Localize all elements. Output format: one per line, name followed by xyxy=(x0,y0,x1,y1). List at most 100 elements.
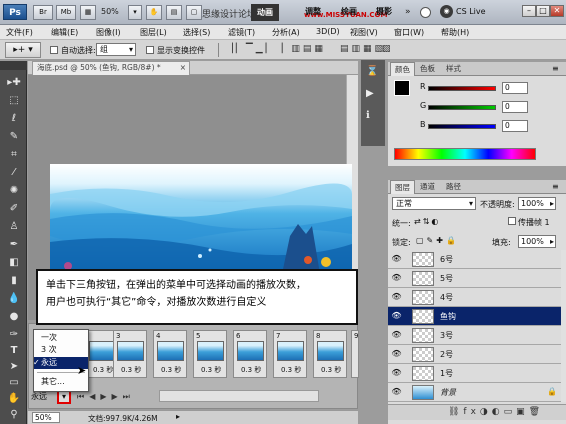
fill-field[interactable]: 100% ▸ xyxy=(518,235,556,248)
status-zoom[interactable]: 50% xyxy=(32,412,60,423)
menu-image[interactable]: 图像(I) xyxy=(96,27,121,38)
animation-frame-3[interactable]: 3 0.3 秒 xyxy=(113,330,147,378)
mini-bridge-button[interactable]: Mb xyxy=(56,5,76,20)
zoom-dropdown-icon[interactable]: ▾ xyxy=(128,5,142,20)
history-brush-tool-icon[interactable]: ✒ xyxy=(6,238,22,252)
loop-option-other[interactable]: 其它... xyxy=(34,376,88,388)
workspace-photography-tab[interactable]: 摄影 xyxy=(376,6,392,17)
search-icon[interactable] xyxy=(420,7,431,18)
move-tool-icon[interactable]: ▸✚ xyxy=(6,76,22,90)
menu-select[interactable]: 选择(S) xyxy=(183,27,210,38)
menu-view[interactable]: 视图(V) xyxy=(350,27,378,38)
unify-buttons[interactable]: ⇄⇅◐ xyxy=(414,217,440,226)
eraser-tool-icon[interactable]: ◧ xyxy=(6,256,22,270)
workspace-painting-tab[interactable]: 绘画 xyxy=(341,6,357,17)
layer-4[interactable]: 👁 4号 xyxy=(388,288,561,307)
menu-analysis[interactable]: 分析(A) xyxy=(272,27,300,38)
propagate-frame-checkbox[interactable] xyxy=(508,217,516,225)
cs-live-label[interactable]: CS Live xyxy=(456,7,486,16)
layer-6[interactable]: 👁 6号 xyxy=(388,250,561,269)
eye-icon[interactable]: 👁 xyxy=(391,292,402,302)
document-tab[interactable]: 海底.psd @ 50% (鱼钩, RGB/8#) * × xyxy=(32,61,190,75)
layer-actions[interactable]: ⛓fx◑◐▭▣🗑 xyxy=(448,407,544,417)
layer-1[interactable]: 👁 1号 xyxy=(388,364,561,383)
animation-frame-7[interactable]: 7 0.3 秒 xyxy=(273,330,307,378)
close-tab-icon[interactable]: × xyxy=(180,62,186,74)
layer-2[interactable]: 👁 2号 xyxy=(388,345,561,364)
hand-tool-icon[interactable]: ✋ xyxy=(6,392,22,406)
eye-icon[interactable]: 👁 xyxy=(391,387,402,397)
distribute-buttons[interactable]: ▤▥▦▧ xyxy=(340,44,386,54)
panel-menu-icon[interactable]: ≡ xyxy=(552,64,559,73)
eye-icon[interactable]: 👁 xyxy=(391,273,402,283)
playback-controls[interactable]: ⏮◀▶▶⏭ xyxy=(77,392,135,402)
blur-tool-icon[interactable]: 💧 xyxy=(6,292,22,306)
animation-frame-8[interactable]: 8 0.3 秒 xyxy=(313,330,347,378)
path-selection-tool-icon[interactable]: ➤ xyxy=(6,360,22,374)
auto-align-button[interactable]: ▨ xyxy=(382,44,394,54)
marquee-tool-icon[interactable]: ⬚ xyxy=(6,94,22,108)
menu-help[interactable]: 帮助(H) xyxy=(441,27,469,38)
workspace-animation-tab[interactable]: 动画 xyxy=(251,4,279,21)
tab-channels[interactable]: 通道 xyxy=(416,180,439,194)
green-value[interactable]: 0 xyxy=(502,101,528,113)
tab-styles[interactable]: 样式 xyxy=(442,62,465,76)
red-slider[interactable] xyxy=(428,86,496,91)
frame-duration[interactable]: 0.3 秒 xyxy=(241,365,261,375)
animation-frame-5[interactable]: 5 0.3 秒 xyxy=(193,330,227,378)
eye-icon[interactable]: 👁 xyxy=(391,311,402,321)
layer-background[interactable]: 👁 背景 🔒 xyxy=(388,383,561,402)
tab-color[interactable]: 颜色 xyxy=(390,62,415,76)
loop-option-3-times[interactable]: 3 次 xyxy=(34,344,88,356)
quick-selection-tool-icon[interactable]: ✎ xyxy=(6,130,22,144)
layer-fishhook[interactable]: 👁 鱼钩 xyxy=(388,307,561,326)
frame-duration[interactable]: 0.3 秒 xyxy=(161,365,181,375)
eye-icon[interactable]: 👁 xyxy=(391,330,402,340)
green-slider[interactable] xyxy=(428,105,496,110)
arrange-documents-button[interactable]: ▤ xyxy=(166,5,182,20)
layer-5[interactable]: 👁 5号 xyxy=(388,269,561,288)
view-extras-button[interactable]: ▦ xyxy=(80,5,96,20)
dodge-tool-icon[interactable]: ● xyxy=(6,310,22,324)
animation-frame-6[interactable]: 6 0.3 秒 xyxy=(233,330,267,378)
crop-tool-icon[interactable]: ⌗ xyxy=(6,148,22,162)
animation-frame-4[interactable]: 4 0.3 秒 xyxy=(153,330,187,378)
show-transform-checkbox[interactable] xyxy=(146,46,154,54)
hand-tool-button[interactable]: ✋ xyxy=(146,5,162,20)
frames-scrollbar[interactable] xyxy=(159,390,319,402)
red-value[interactable]: 0 xyxy=(502,82,528,94)
eye-icon[interactable]: 👁 xyxy=(391,254,402,264)
brush-tool-icon[interactable]: ✐ xyxy=(6,202,22,216)
auto-select-dropdown[interactable]: 组 ▾ xyxy=(96,43,136,56)
frame-duration[interactable]: 0.3 秒 xyxy=(201,365,221,375)
info-icon[interactable]: ℹ xyxy=(366,110,370,121)
frame-duration[interactable]: 0.3 秒 xyxy=(93,365,113,375)
zoom-tool-icon[interactable]: ⚲ xyxy=(6,408,22,422)
align-buttons[interactable]: ▕▏▔▁▏▕ ▥▤▦ xyxy=(226,44,326,54)
frame-duration[interactable]: 0.3 秒 xyxy=(121,365,141,375)
status-arrow-icon[interactable]: ▸ xyxy=(176,412,180,421)
workspace-adjust-tab[interactable]: 调整 xyxy=(305,6,321,17)
panel-menu-icon[interactable]: ≡ xyxy=(552,182,559,191)
frame-duration[interactable]: 0.3 秒 xyxy=(321,365,341,375)
lasso-tool-icon[interactable]: ℓ xyxy=(6,112,22,126)
frame-duration[interactable]: 0.3 秒 xyxy=(281,365,301,375)
history-icon[interactable]: ⌛ xyxy=(366,66,378,77)
healing-brush-tool-icon[interactable]: ✺ xyxy=(6,184,22,198)
eyedropper-tool-icon[interactable]: ⁄ xyxy=(6,166,22,180)
menu-filter[interactable]: 滤镜(T) xyxy=(228,27,255,38)
menu-window[interactable]: 窗口(W) xyxy=(394,27,424,38)
menu-edit[interactable]: 编辑(E) xyxy=(51,27,78,38)
blend-mode-select[interactable]: 正常 ▾ xyxy=(392,197,476,210)
menu-file[interactable]: 文件(F) xyxy=(6,27,33,38)
layers-scrollbar[interactable] xyxy=(561,250,566,402)
lock-buttons[interactable]: ▢✎✚🔒 xyxy=(416,236,459,245)
cs-live-icon[interactable]: ◉ xyxy=(440,5,453,18)
actions-icon[interactable]: ▶ xyxy=(366,88,374,99)
workspace-more-icon[interactable]: » xyxy=(405,7,411,17)
eye-icon[interactable]: 👁 xyxy=(391,349,402,359)
tool-preset-picker[interactable]: ▸+ ▾ xyxy=(5,42,41,58)
type-tool-icon[interactable]: T xyxy=(6,344,22,358)
menu-3d[interactable]: 3D(D) xyxy=(316,27,340,36)
color-spectrum[interactable] xyxy=(394,148,536,160)
